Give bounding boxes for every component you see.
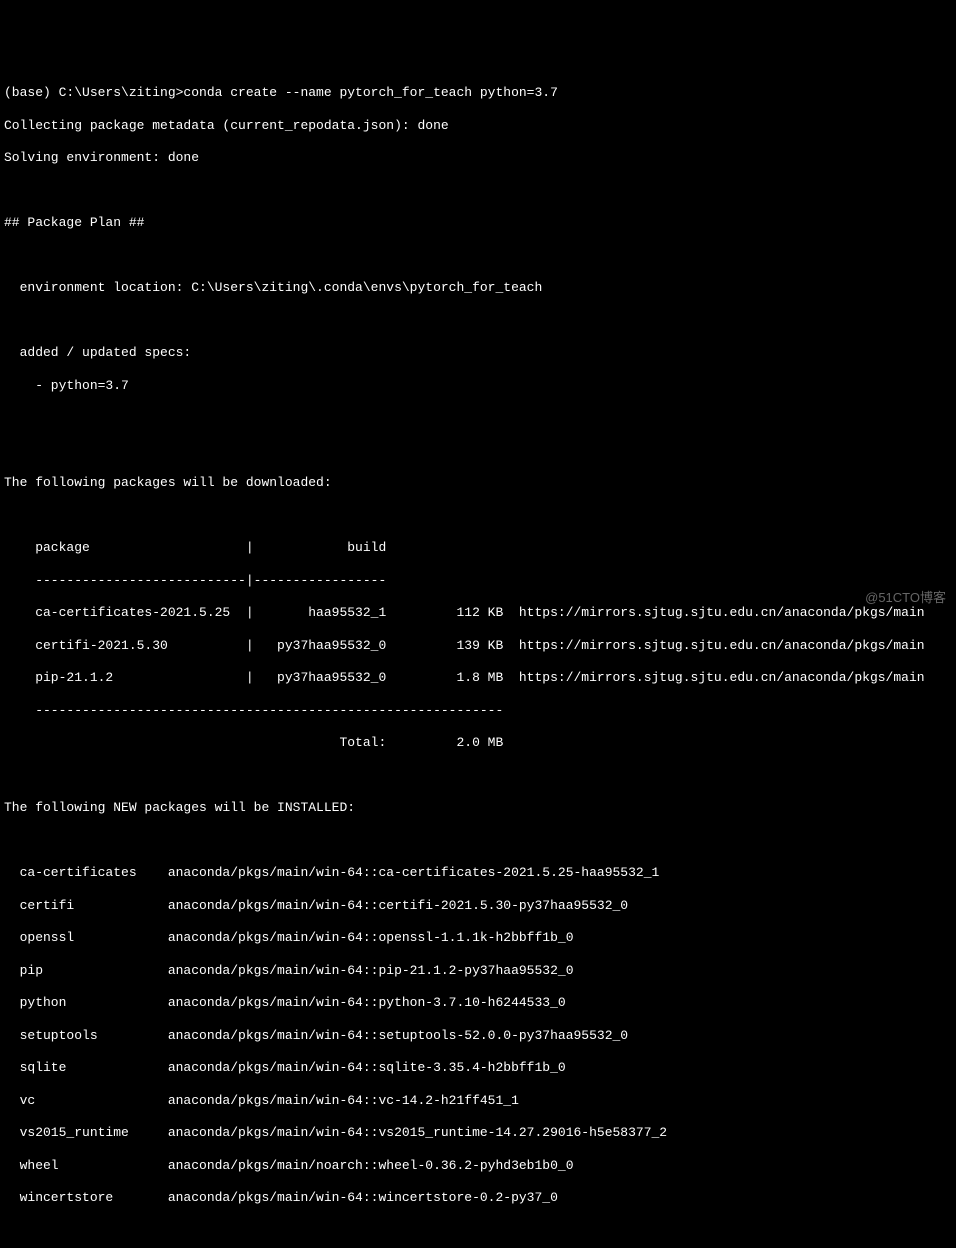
downloaded-packages-header: The following packages will be downloade… <box>4 475 952 491</box>
download-table-separator: ---------------------------|------------… <box>4 573 952 589</box>
install-row: python anaconda/pkgs/main/win-64::python… <box>4 995 952 1011</box>
command-line: (base) C:\Users\ziting>conda create --na… <box>4 85 952 101</box>
package-plan-header: ## Package Plan ## <box>4 215 952 231</box>
download-table-total: Total: 2.0 MB <box>4 735 952 751</box>
added-specs-item: - python=3.7 <box>4 378 952 394</box>
collecting-metadata-line: Collecting package metadata (current_rep… <box>4 118 952 134</box>
installed-packages-header: The following NEW packages will be INSTA… <box>4 800 952 816</box>
install-row: wheel anaconda/pkgs/main/noarch::wheel-0… <box>4 1158 952 1174</box>
install-row: ca-certificates anaconda/pkgs/main/win-6… <box>4 865 952 881</box>
blank-line <box>4 183 952 199</box>
watermark-text: @51CTO博客 <box>865 590 946 606</box>
install-row: certifi anaconda/pkgs/main/win-64::certi… <box>4 898 952 914</box>
download-table-row: ca-certificates-2021.5.25 | haa95532_1 1… <box>4 605 952 621</box>
install-row: sqlite anaconda/pkgs/main/win-64::sqlite… <box>4 1060 952 1076</box>
blank-line <box>4 248 952 264</box>
terminal-output: (base) C:\Users\ziting>conda create --na… <box>4 69 952 1248</box>
environment-location-line: environment location: C:\Users\ziting\.c… <box>4 280 952 296</box>
download-table-row: certifi-2021.5.30 | py37haa95532_0 139 K… <box>4 638 952 654</box>
install-row: vs2015_runtime anaconda/pkgs/main/win-64… <box>4 1125 952 1141</box>
blank-line <box>4 833 952 849</box>
blank-line <box>4 443 952 459</box>
blank-line <box>4 508 952 524</box>
added-specs-header: added / updated specs: <box>4 345 952 361</box>
install-row: vc anaconda/pkgs/main/win-64::vc-14.2-h2… <box>4 1093 952 1109</box>
download-table-header: package | build <box>4 540 952 556</box>
blank-line <box>4 1223 952 1239</box>
blank-line <box>4 410 952 426</box>
download-table-bottom-separator: ----------------------------------------… <box>4 703 952 719</box>
install-row: openssl anaconda/pkgs/main/win-64::opens… <box>4 930 952 946</box>
install-row: setuptools anaconda/pkgs/main/win-64::se… <box>4 1028 952 1044</box>
blank-line <box>4 313 952 329</box>
install-row: pip anaconda/pkgs/main/win-64::pip-21.1.… <box>4 963 952 979</box>
install-row: wincertstore anaconda/pkgs/main/win-64::… <box>4 1190 952 1206</box>
download-table-row: pip-21.1.2 | py37haa95532_0 1.8 MB https… <box>4 670 952 686</box>
blank-line <box>4 768 952 784</box>
solving-environment-line: Solving environment: done <box>4 150 952 166</box>
